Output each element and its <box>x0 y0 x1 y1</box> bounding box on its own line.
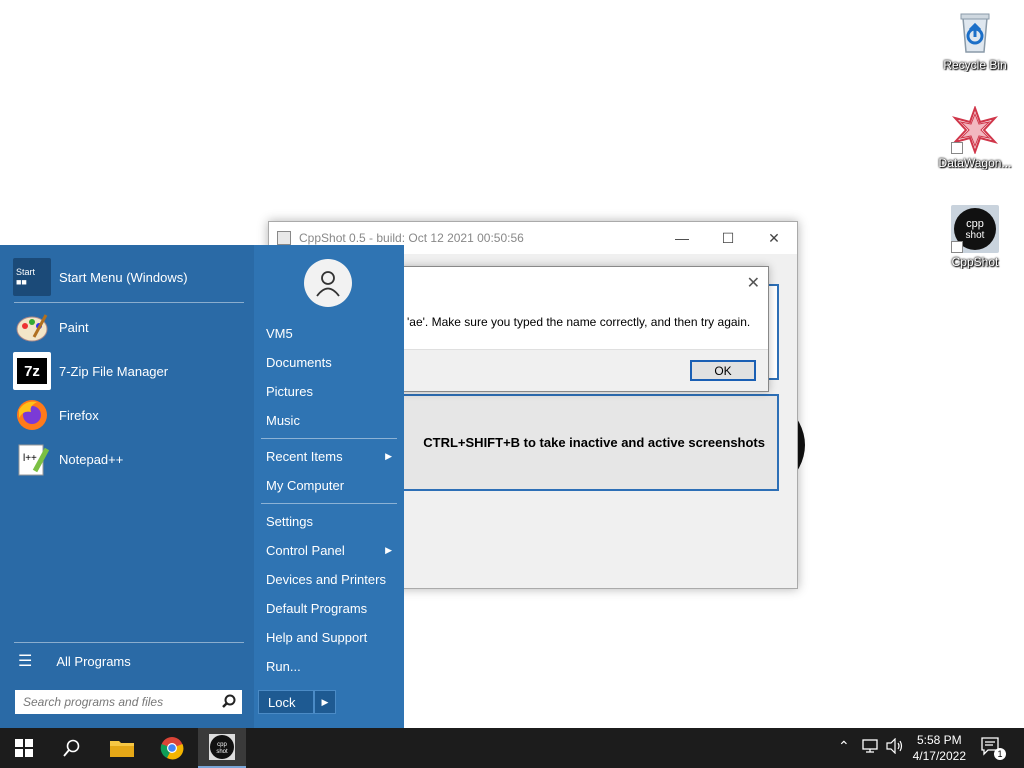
file-explorer-button[interactable] <box>98 728 146 768</box>
pinned-item-7zip[interactable]: 7z 7-Zip File Manager <box>13 351 168 391</box>
desktop-icon-cppshot[interactable]: cpp shot CppShot <box>935 205 1015 269</box>
start-button[interactable] <box>0 728 48 768</box>
shutdown-options-button[interactable]: ▶ <box>314 690 336 714</box>
start-menu-app-icon: Start ■■ <box>13 258 51 296</box>
svg-text:cpp: cpp <box>217 742 227 748</box>
cppshot-icon: cppshot <box>209 734 235 760</box>
desktop-icon-label: CppShot <box>951 255 999 269</box>
network-icon[interactable] <box>862 738 880 757</box>
7zip-icon: 7z <box>13 352 51 390</box>
svg-text:cpp: cpp <box>966 218 984 230</box>
notepadpp-icon: l++ <box>13 440 51 478</box>
desktop-icon-datawagon[interactable]: DataWagon... <box>935 105 1015 170</box>
pinned-item-label: Firefox <box>59 407 99 423</box>
ok-button[interactable]: OK <box>690 360 756 381</box>
search-button[interactable] <box>48 728 96 768</box>
shortcut-arrow-icon <box>951 241 963 253</box>
svg-text:l++: l++ <box>23 453 37 464</box>
desktop-icon-label: DataWagon... <box>938 156 1012 170</box>
user-icon <box>316 271 340 297</box>
chevron-right-icon: ▶ <box>385 545 392 555</box>
search-icon <box>222 694 236 711</box>
menu-item-vm5[interactable]: VM5 <box>266 326 396 341</box>
menu-item-devices-printers[interactable]: Devices and Printers <box>266 572 396 587</box>
menu-item-label: Recent Items <box>266 449 343 464</box>
divider <box>14 642 244 643</box>
desktop-icon-recycle-bin[interactable]: Recycle Bin <box>935 8 1015 72</box>
minimize-button[interactable]: — <box>659 222 705 254</box>
menu-item-documents[interactable]: Documents <box>266 355 396 370</box>
pinned-item-label: Start Menu (Windows) <box>59 269 188 285</box>
cppshot-icon: cpp shot <box>951 205 999 253</box>
notification-badge: 1 <box>994 748 1006 760</box>
menu-item-my-computer[interactable]: My Computer <box>266 478 396 493</box>
pinned-item-label: 7-Zip File Manager <box>59 363 169 379</box>
volume-icon[interactable] <box>886 737 904 757</box>
clock[interactable]: 5:58 PM 4/17/2022 <box>913 732 966 764</box>
chevron-up-icon[interactable]: ⌃ <box>838 738 850 755</box>
divider <box>261 438 397 439</box>
notification-center-button[interactable]: 1 <box>980 736 1006 760</box>
menu-item-label: Control Panel <box>266 543 345 558</box>
chrome-button[interactable] <box>148 728 196 768</box>
chrome-icon <box>160 737 184 760</box>
chevron-right-icon: ▶ <box>385 451 392 461</box>
close-button[interactable]: ✕ <box>751 222 797 254</box>
menu-item-music[interactable]: Music <box>266 413 396 428</box>
folder-icon <box>110 741 134 757</box>
recycle-bin-icon <box>951 8 999 56</box>
menu-item-settings[interactable]: Settings <box>266 514 396 529</box>
svg-text:shot: shot <box>966 230 985 241</box>
user-avatar[interactable] <box>304 259 352 307</box>
search-placeholder: Search programs and files <box>23 695 164 709</box>
instruction-box: CTRL+SHIFT+B to take inactive and active… <box>399 394 779 491</box>
error-message: 'ae'. Make sure you typed the name corre… <box>407 315 751 329</box>
start-menu: Start ■■ Start Menu (Windows) Paint 7z 7-… <box>0 245 404 728</box>
datawagon-icon <box>951 105 999 155</box>
pinned-item-firefox[interactable]: Firefox <box>13 395 99 435</box>
search-icon <box>63 739 80 757</box>
menu-item-help-support[interactable]: Help and Support <box>266 630 396 645</box>
pinned-item-label: Notepad++ <box>59 451 124 467</box>
divider <box>261 503 397 504</box>
dialog-close-icon[interactable]: ✕ <box>747 273 760 293</box>
windows-logo-icon <box>15 739 33 757</box>
taskbar: cpp shot ⌃ 5:58 PM 4/17/2022 1 <box>0 728 1024 768</box>
pinned-item-start-menu[interactable]: Start ■■ Start Menu (Windows) <box>13 257 188 297</box>
shortcut-arrow-icon <box>951 142 963 154</box>
menu-item-pictures[interactable]: Pictures <box>266 384 396 399</box>
maximize-button[interactable]: ☐ <box>705 222 751 254</box>
app-icon <box>277 231 291 245</box>
paint-icon <box>13 308 51 346</box>
desktop-icon-label: Recycle Bin <box>943 58 1007 72</box>
cppshot-taskbar-button[interactable]: cpp shot <box>198 728 246 768</box>
lock-button[interactable]: Lock <box>258 690 314 714</box>
divider <box>14 302 244 303</box>
pinned-item-notepadpp[interactable]: l++ Notepad++ <box>13 439 123 479</box>
instruction-text: CTRL+SHIFT+B to take inactive and active… <box>423 435 765 450</box>
list-icon: ☰ <box>18 653 33 670</box>
menu-item-recent-items[interactable]: Recent Items ▶ <box>266 449 396 464</box>
svg-text:shot: shot <box>216 749 228 755</box>
all-programs-label: All Programs <box>56 653 131 669</box>
all-programs-button[interactable]: ☰ All Programs <box>18 651 131 671</box>
window-title: CppShot 0.5 - build: Oct 12 2021 00:50:5… <box>299 231 524 245</box>
clock-time: 5:58 PM <box>916 733 962 747</box>
menu-item-run[interactable]: Run... <box>266 659 396 674</box>
menu-item-default-programs[interactable]: Default Programs <box>266 601 396 616</box>
search-input[interactable]: Search programs and files <box>15 690 242 714</box>
clock-date: 4/17/2022 <box>912 749 966 763</box>
pinned-item-paint[interactable]: Paint <box>13 307 89 347</box>
pinned-item-label: Paint <box>59 319 89 335</box>
menu-item-control-panel[interactable]: Control Panel ▶ <box>266 543 396 558</box>
firefox-icon <box>13 396 51 434</box>
